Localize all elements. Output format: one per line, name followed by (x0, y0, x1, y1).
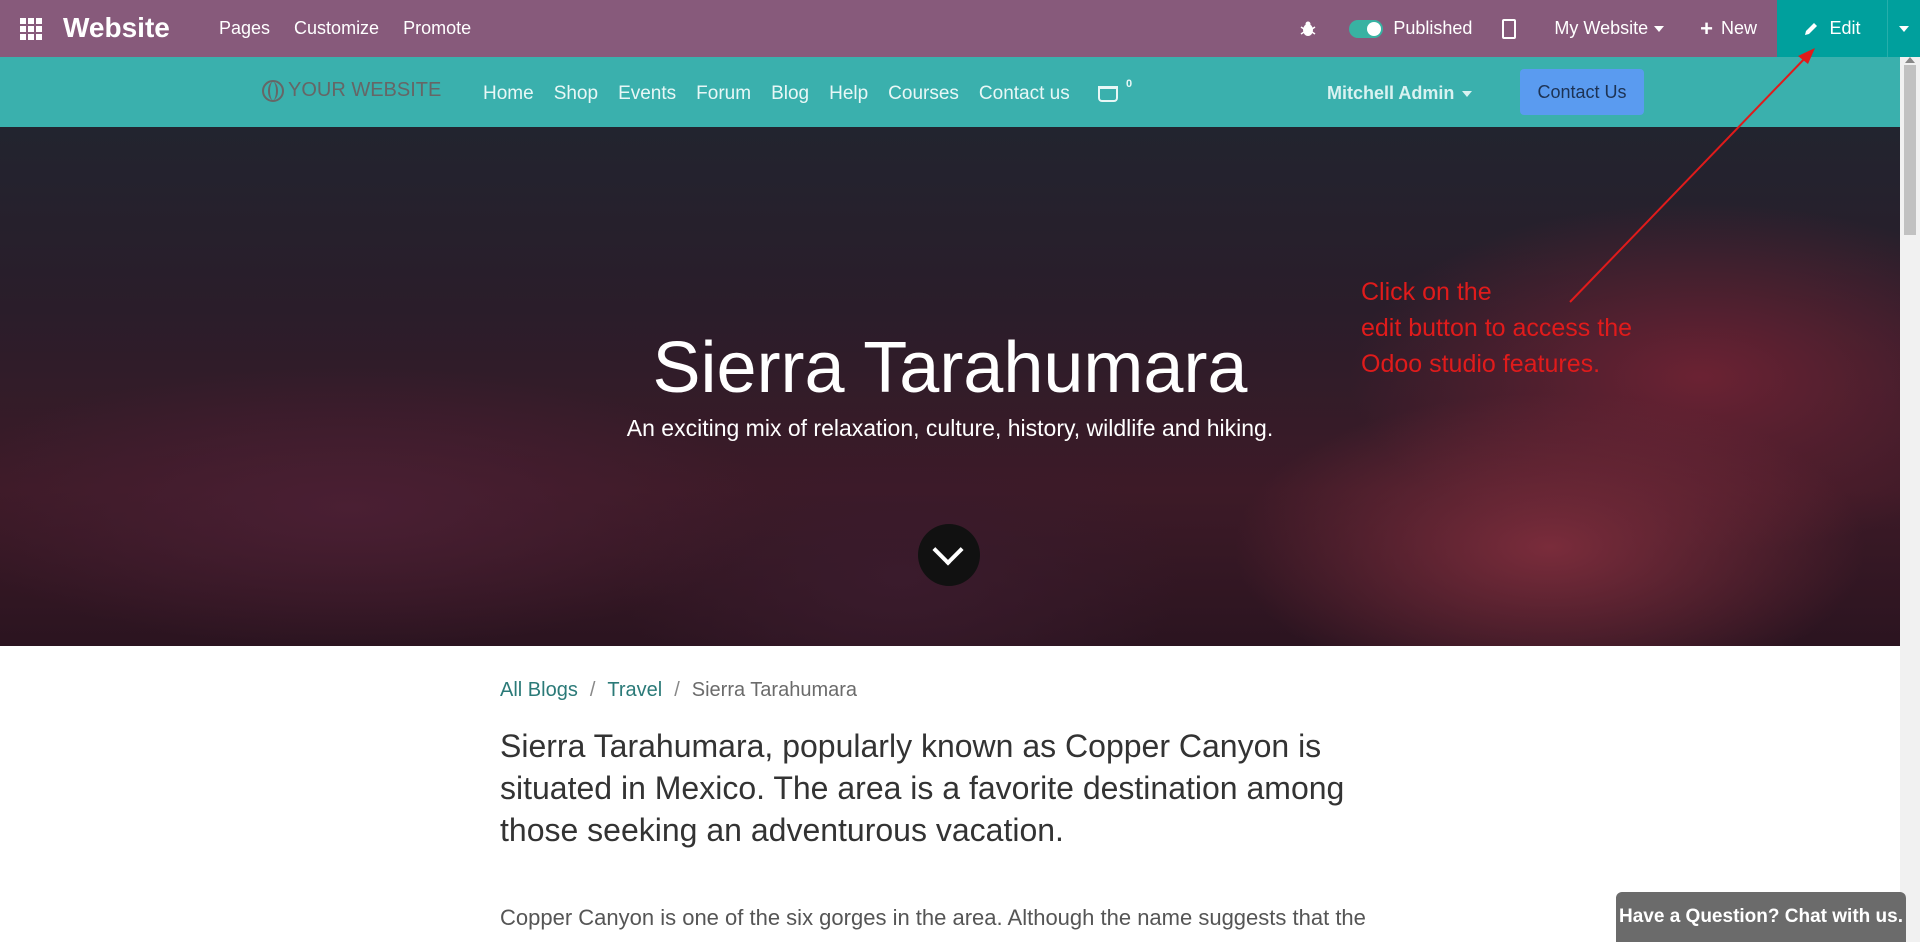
new-button[interactable]: + New (1700, 16, 1757, 42)
article-body: Copper Canyon is one of the six gorges i… (500, 905, 1366, 930)
contact-us-button[interactable]: Contact Us (1520, 69, 1644, 115)
page-scrollbar[interactable] (1900, 57, 1920, 942)
chevron-down-icon (1654, 25, 1665, 32)
nav-courses[interactable]: Courses (888, 83, 959, 105)
breadcrumb-current: Sierra Tarahumara (691, 679, 858, 701)
nav-home[interactable]: Home (483, 83, 534, 105)
published-toggle[interactable] (1349, 19, 1384, 38)
hero-banner: Sierra Tarahumara An exciting mix of rel… (0, 127, 1900, 646)
website-selector[interactable]: My Website (1554, 18, 1665, 39)
scroll-up-arrow-icon[interactable] (1905, 57, 1915, 63)
breadcrumb: All Blogs / Travel / Sierra Tarahumara (500, 679, 857, 702)
menu-customize[interactable]: Customize (294, 18, 379, 39)
edit-button[interactable]: Edit (1777, 0, 1887, 57)
live-chat-button[interactable]: Have a Question? Chat with us. (1616, 892, 1906, 942)
logo-text: YOUR WEBSITE (288, 79, 442, 101)
admin-top-bar: Website Pages Customize Promote Publishe… (0, 0, 1920, 57)
edit-label: Edit (1829, 18, 1861, 38)
new-label: New (1720, 18, 1757, 38)
nav-events[interactable]: Events (618, 83, 676, 105)
plus-icon: + (1700, 15, 1713, 41)
breadcrumb-separator: / (674, 679, 680, 701)
nav-contact-us[interactable]: Contact us (979, 83, 1070, 105)
chevron-down-icon (1899, 25, 1909, 32)
scrollbar-thumb[interactable] (1904, 65, 1916, 235)
published-label[interactable]: Published (1393, 18, 1472, 39)
breadcrumb-all-blogs[interactable]: All Blogs (500, 679, 578, 702)
website-selector-label: My Website (1554, 18, 1649, 38)
scroll-down-button[interactable] (918, 524, 980, 586)
main-nav: Home Shop Events Forum Blog Help Courses… (483, 83, 1070, 105)
mobile-preview-icon[interactable] (1502, 18, 1517, 39)
nav-shop[interactable]: Shop (554, 83, 598, 105)
user-menu[interactable]: Mitchell Admin (1327, 83, 1473, 104)
pencil-icon (1805, 22, 1818, 35)
article-lead: Sierra Tarahumara, popularly known as Co… (500, 728, 1345, 848)
nav-blog[interactable]: Blog (771, 83, 809, 105)
menu-pages[interactable]: Pages (219, 18, 270, 39)
cart-count-badge: 0 (1126, 78, 1133, 90)
user-name: Mitchell Admin (1327, 83, 1455, 103)
menu-promote[interactable]: Promote (403, 18, 471, 39)
annotation-text: Click on the edit button to access the O… (1361, 278, 1633, 378)
edit-dropdown-toggle[interactable] (1887, 0, 1920, 57)
website-header: YOUR WEBSITE Home Shop Events Forum Blog… (0, 57, 1900, 127)
breadcrumb-travel[interactable]: Travel (607, 679, 662, 702)
cart-link[interactable]: 0 (1098, 78, 1132, 102)
top-right-controls: Published My Website + New Edit (1299, 0, 1920, 57)
website-logo[interactable]: YOUR WEBSITE (262, 79, 441, 102)
hero-subtitle: An exciting mix of relaxation, culture, … (626, 415, 1274, 441)
app-brand[interactable]: Website (63, 12, 170, 44)
apps-grid-icon[interactable] (20, 18, 42, 40)
globe-icon (262, 79, 284, 102)
cart-icon (1098, 86, 1118, 102)
nav-forum[interactable]: Forum (696, 83, 751, 105)
breadcrumb-separator: / (589, 679, 596, 701)
top-menu: Pages Customize Promote (219, 18, 471, 39)
chevron-down-icon (1462, 90, 1473, 97)
nav-help[interactable]: Help (829, 83, 868, 105)
bug-icon[interactable] (1299, 20, 1317, 38)
